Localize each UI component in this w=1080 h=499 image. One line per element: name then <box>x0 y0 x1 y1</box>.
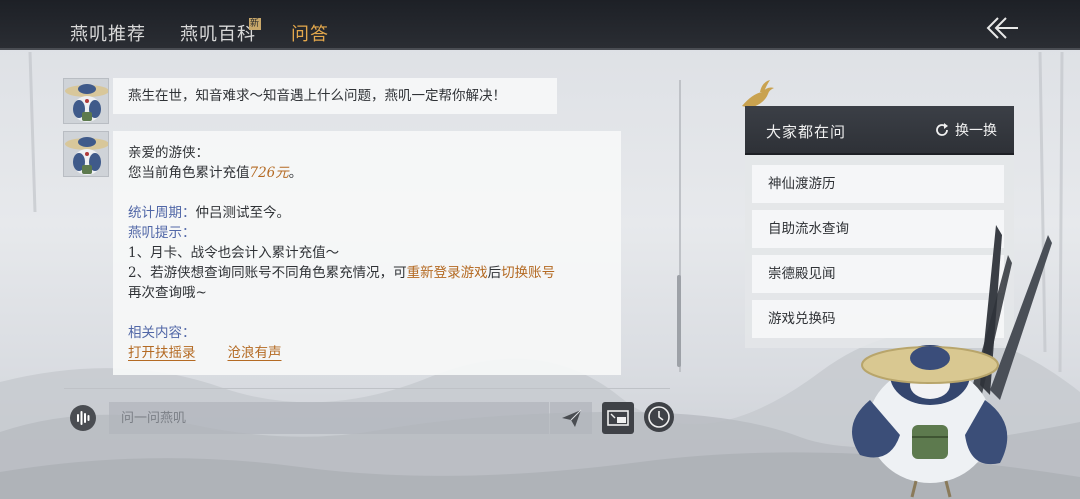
question-input[interactable] <box>109 402 549 434</box>
related-link-canglang[interactable]: 沧浪有声 <box>228 345 282 361</box>
period-line: 统计周期：仲吕测试至今。 <box>128 203 606 223</box>
faq-panel-header: 大家都在问 换一换 <box>745 106 1014 155</box>
faq-panel-title: 大家都在问 <box>766 123 847 141</box>
chat-bubble-reply: 亲爱的游侠： 您当前角色累计充值726元。 统计周期：仲吕测试至今。 燕叽提示：… <box>113 131 621 375</box>
tip-label: 燕叽提示： <box>128 225 196 241</box>
refresh-button[interactable]: 换一换 <box>934 120 997 140</box>
tip-line-1: 1、月卡、战令也会计入累计充值～ <box>128 245 340 261</box>
input-divider <box>64 388 670 389</box>
tab-label: 问答 <box>291 24 329 45</box>
bird-avatar-icon <box>65 137 108 175</box>
related-label: 相关内容： <box>128 325 196 341</box>
double-chevron-left-icon <box>986 17 1018 39</box>
new-badge: 新 <box>249 18 261 30</box>
recharge-suffix: 。 <box>288 165 303 181</box>
chat-bubble-greeting: 燕生在世，知音难求～知音遇上什么问题，燕叽一定帮你解决！ <box>113 78 557 114</box>
send-button[interactable] <box>550 402 592 434</box>
tip-line-2: 2、若游侠想查询同账号不同角色累充情况，可重新登录游戏后切换账号 <box>128 263 606 283</box>
tip-line-3: 再次查询哦~ <box>128 285 207 301</box>
voice-wave-icon <box>77 411 90 425</box>
clock-icon <box>648 406 670 428</box>
refresh-icon <box>936 123 948 136</box>
paper-plane-icon <box>562 409 582 427</box>
tab-label: 燕叽推荐 <box>70 24 146 45</box>
screen-icon <box>607 410 629 426</box>
period-label: 统计周期： <box>128 205 196 221</box>
avatar <box>63 78 109 124</box>
top-nav-bar: 燕叽推荐 燕叽百科 新 问答 <box>0 0 1080 50</box>
recharge-amount: 726元 <box>249 165 289 181</box>
tip-line-2-text: 2、若游侠想查询同账号不同角色累充情况，可 <box>128 265 407 281</box>
related-link-fuyaolu[interactable]: 打开扶摇录 <box>128 345 196 361</box>
bird-avatar-icon <box>65 84 108 122</box>
salutation: 亲爱的游侠： <box>128 145 209 161</box>
greeting-text: 燕生在世，知音难求～知音遇上什么问题，燕叽一定帮你解决！ <box>128 88 506 104</box>
faq-item[interactable]: 游戏兑换码 <box>752 300 1004 338</box>
tab-qa[interactable]: 问答 <box>291 20 329 46</box>
chat-scrollbar[interactable] <box>677 275 681 367</box>
tip-line-2-joiner: 后 <box>487 265 502 281</box>
tab-encyclopedia[interactable]: 燕叽百科 新 <box>180 18 261 46</box>
faq-item[interactable]: 神仙渡游历 <box>752 165 1004 203</box>
switch-account-link[interactable]: 切换账号 <box>501 265 555 281</box>
faq-item[interactable]: 自助流水查询 <box>752 210 1004 248</box>
recharge-prefix: 您当前角色累计充值 <box>128 165 250 181</box>
tab-recommend[interactable]: 燕叽推荐 <box>70 20 146 46</box>
period-value: 仲吕测试至今。 <box>195 205 291 221</box>
recharge-line: 您当前角色累计充值726元。 <box>128 163 606 183</box>
voice-button[interactable] <box>70 405 96 431</box>
tab-label: 燕叽百科 <box>180 24 256 45</box>
faq-item[interactable]: 崇德殿见闻 <box>752 255 1004 293</box>
back-button[interactable] <box>982 14 1022 42</box>
history-button[interactable] <box>644 402 674 432</box>
relogin-link[interactable]: 重新登录游戏 <box>407 265 488 281</box>
refresh-label: 换一换 <box>955 123 997 139</box>
screen-button[interactable] <box>602 402 634 434</box>
related-links: 打开扶摇录 沧浪有声 <box>128 343 606 363</box>
avatar <box>63 131 109 177</box>
